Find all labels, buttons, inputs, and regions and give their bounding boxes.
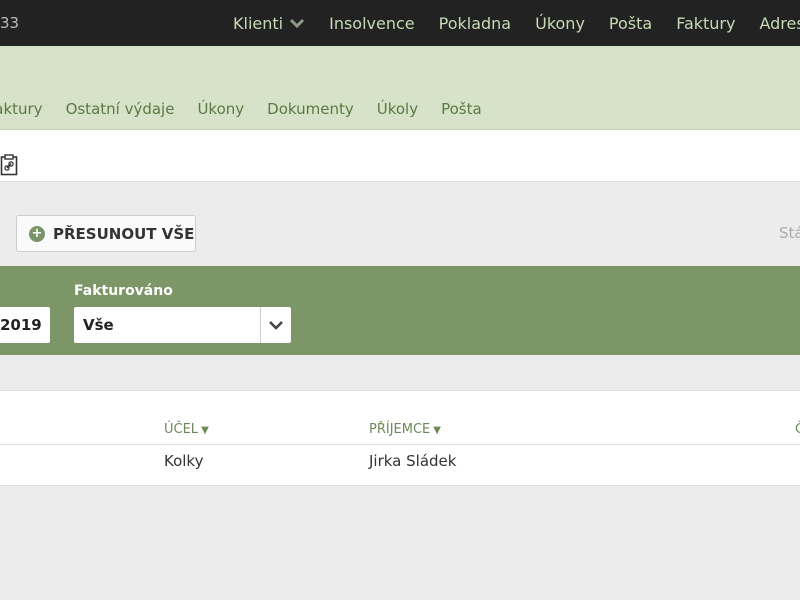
nav-item-ukony[interactable]: Úkony <box>535 14 585 33</box>
column-header-ucel[interactable]: ÚČEL ▼ <box>164 422 209 437</box>
cell-purpose: Kolky <box>164 452 204 470</box>
toolbar <box>0 130 800 182</box>
nav-label: Úkony <box>535 13 585 33</box>
column-label: ÚČEL <box>164 422 199 437</box>
move-all-button[interactable]: + PŘESUNOUT VŠE <box>16 215 196 252</box>
nav-item-adresar[interactable]: Adresář <box>759 14 800 33</box>
state-label: Stá <box>779 224 800 242</box>
nav-item-klienti[interactable]: Klienti <box>233 14 305 33</box>
nav-label: Adresář <box>759 13 800 33</box>
nav-label: Insolvence <box>329 13 415 33</box>
table-header: ÚČEL ▼ PŘÍJEMCE ▼ Č <box>0 391 800 445</box>
main-nav: Klienti Insolvence Pokladna Úkony Pošta … <box>233 0 800 46</box>
nav-label: Klienti <box>233 13 284 33</box>
actions-row: + PŘESUNOUT VŠE Stá <box>0 182 800 266</box>
tab-faktury[interactable]: Faktury <box>0 100 43 118</box>
tab-ukony[interactable]: Úkony <box>197 100 244 118</box>
invoiced-label: Fakturováno <box>74 283 173 299</box>
sub-navigation-bar: Faktury Ostatní výdaje Úkony Dokumenty Ú… <box>0 46 800 130</box>
column-label: PŘÍJEMCE <box>369 422 431 437</box>
sort-desc-icon: ▼ <box>201 425 209 436</box>
sort-desc-icon: ▼ <box>433 425 441 436</box>
tab-ostatni-vydaje[interactable]: Ostatní výdaje <box>66 100 175 118</box>
column-header-prijemce[interactable]: PŘÍJEMCE ▼ <box>369 422 441 437</box>
nav-item-faktury[interactable]: Faktury <box>676 14 735 33</box>
sub-tabs: Faktury Ostatní výdaje Úkony Dokumenty Ú… <box>0 100 505 118</box>
column-header-cislo[interactable]: Č <box>795 422 800 437</box>
tab-ukoly[interactable]: Úkoly <box>377 100 418 118</box>
plus-circle-icon: + <box>29 225 45 242</box>
clipboard-link-icon[interactable] <box>0 154 18 176</box>
nav-label: Pošta <box>608 13 653 33</box>
invoiced-value: Vše <box>83 316 114 334</box>
chevron-down-icon <box>290 18 305 29</box>
nav-item-insolvence[interactable]: Insolvence <box>329 14 415 33</box>
cell-recipient: Jirka Sládek <box>369 452 457 470</box>
nav-label: Faktury <box>676 13 736 33</box>
tab-dokumenty[interactable]: Dokumenty <box>267 100 354 118</box>
move-all-label: PŘESUNOUT VŠE <box>53 224 195 243</box>
record-id: 33 <box>0 14 20 32</box>
invoiced-select[interactable]: Vše <box>74 307 291 343</box>
date-to-field[interactable]: 2019 <box>0 307 50 343</box>
top-navigation-bar: 33 Klienti Insolvence Pokladna Úkony Poš… <box>0 0 800 46</box>
nav-item-posta[interactable]: Pošta <box>609 14 652 33</box>
table-row[interactable]: Kolky Jirka Sládek <box>0 446 800 486</box>
select-divider <box>260 307 261 343</box>
tab-posta[interactable]: Pošta <box>441 100 482 118</box>
filter-panel: 2019 Fakturováno Vše <box>0 266 800 355</box>
chevron-down-icon <box>269 321 283 330</box>
nav-label: Pokladna <box>438 13 512 33</box>
nav-item-pokladna[interactable]: Pokladna <box>439 14 511 33</box>
expenses-table: ÚČEL ▼ PŘÍJEMCE ▼ Č Kolky Jirka Sládek <box>0 390 800 486</box>
